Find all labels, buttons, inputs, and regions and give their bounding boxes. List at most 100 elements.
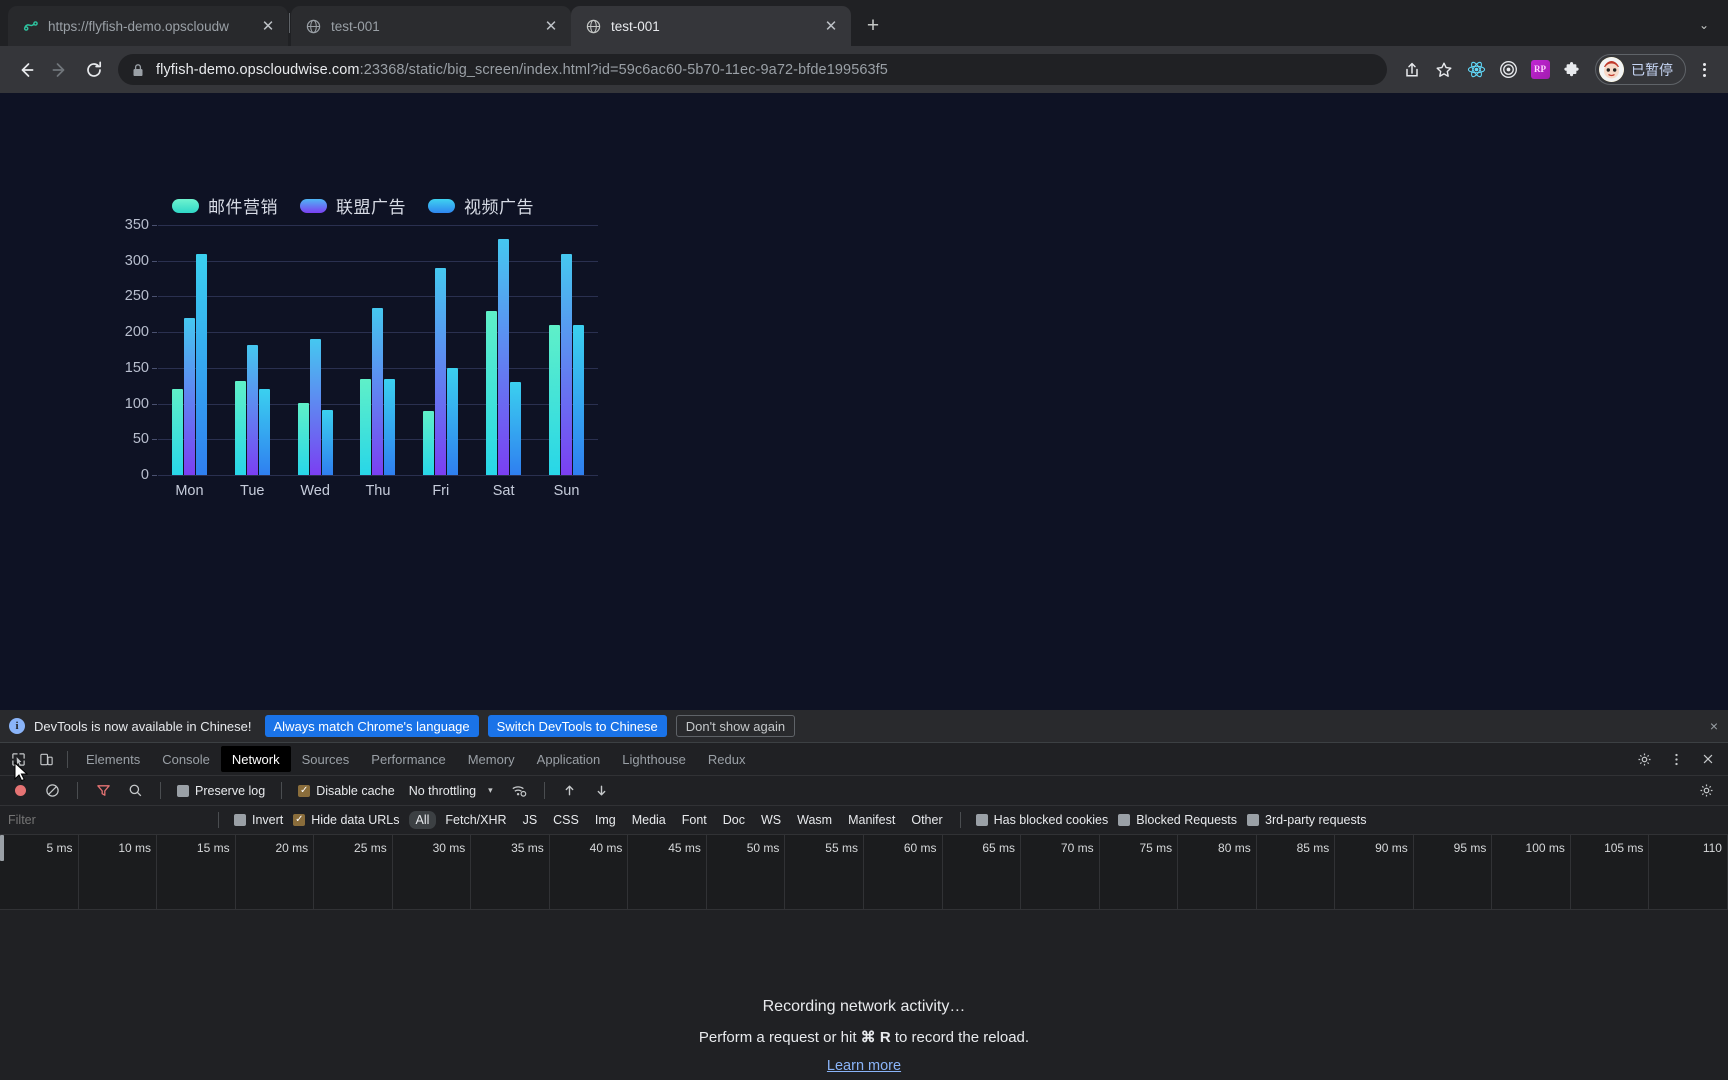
devtools-more-options-icon[interactable]	[1662, 746, 1690, 772]
bar-group[interactable]	[360, 225, 396, 475]
bar[interactable]	[447, 367, 459, 475]
reload-button-icon[interactable]	[78, 54, 110, 86]
browser-tab-2[interactable]: test-001 ✕	[571, 6, 851, 46]
resource-filter-fetch-xhr[interactable]: Fetch/XHR	[438, 811, 513, 829]
bar-group[interactable]	[423, 225, 459, 475]
network-timeline-ruler[interactable]: 5 ms 10 ms 15 ms 20 ms 25 ms 30 ms 35 ms 40 ms 4…	[0, 835, 1728, 910]
new-tab-button[interactable]: +	[857, 10, 889, 42]
switch-devtools-to-chinese-button[interactable]: Switch DevTools to Chinese	[487, 715, 667, 737]
bar[interactable]	[372, 307, 384, 475]
export-har-icon[interactable]	[588, 778, 616, 804]
bar-group[interactable]	[171, 225, 207, 475]
bar[interactable]	[510, 382, 522, 475]
devtools-tab-memory[interactable]: Memory	[457, 746, 526, 772]
resource-filter-css[interactable]: CSS	[546, 811, 586, 829]
devtools-tab-console[interactable]: Console	[151, 746, 221, 772]
third-party-requests-checkbox[interactable]: 3rd-party requests	[1242, 813, 1371, 827]
bar[interactable]	[297, 402, 309, 475]
forward-button-icon[interactable]	[44, 54, 76, 86]
resource-filter-doc[interactable]: Doc	[716, 811, 752, 829]
browser-tab-0[interactable]: https://flyfish-demo.opscloudw ✕	[8, 6, 288, 46]
bar-group[interactable]	[486, 225, 522, 475]
search-icon[interactable]	[121, 778, 149, 804]
resource-filter-wasm[interactable]: Wasm	[790, 811, 839, 829]
bar[interactable]	[560, 253, 572, 475]
preserve-log-checkbox[interactable]: Preserve log	[172, 784, 270, 798]
profile-chip[interactable]: 已暂停	[1595, 54, 1686, 85]
hide-data-urls-checkbox[interactable]: ✓ Hide data URLs	[288, 813, 404, 827]
blocked-requests-checkbox[interactable]: Blocked Requests	[1113, 813, 1242, 827]
learn-more-link[interactable]: Learn more	[827, 1058, 901, 1074]
bar[interactable]	[195, 253, 207, 475]
network-conditions-icon[interactable]	[505, 778, 533, 804]
throttling-select-value[interactable]: No throttling	[404, 784, 476, 798]
import-har-icon[interactable]	[556, 778, 584, 804]
bookmark-star-icon[interactable]	[1429, 55, 1459, 85]
share-icon[interactable]	[1397, 55, 1427, 85]
network-settings-gear-icon[interactable]	[1692, 778, 1720, 804]
browser-tab-0-close-icon[interactable]: ✕	[258, 16, 278, 36]
bar[interactable]	[309, 338, 321, 475]
react-devtools-extension-icon[interactable]	[1461, 55, 1491, 85]
bar[interactable]	[171, 389, 183, 475]
close-icon[interactable]: ×	[1710, 718, 1718, 734]
devtools-tab-lighthouse[interactable]: Lighthouse	[611, 746, 697, 772]
resource-filter-ws[interactable]: WS	[754, 811, 788, 829]
inspect-element-icon[interactable]	[4, 746, 32, 772]
rp-extension-icon[interactable]: RP	[1525, 55, 1555, 85]
bar-group[interactable]	[548, 225, 584, 475]
target-extension-icon[interactable]	[1493, 55, 1523, 85]
bar-group[interactable]	[234, 225, 270, 475]
resource-filter-other[interactable]: Other	[904, 811, 949, 829]
bar[interactable]	[183, 317, 195, 475]
bar[interactable]	[234, 380, 246, 475]
legend-item-2[interactable]: 视频广告	[428, 193, 534, 218]
resource-filter-manifest[interactable]: Manifest	[841, 811, 902, 829]
tab-search-chevron-icon[interactable]: ⌄	[1690, 12, 1718, 38]
clear-button-icon[interactable]	[38, 778, 66, 804]
filter-input[interactable]	[8, 810, 208, 830]
extensions-puzzle-icon[interactable]	[1557, 55, 1587, 85]
devtools-tab-performance[interactable]: Performance	[360, 746, 456, 772]
disable-cache-checkbox[interactable]: ✓ Disable cache	[293, 784, 400, 798]
device-toolbar-icon[interactable]	[32, 746, 60, 772]
bar[interactable]	[548, 325, 560, 475]
bar[interactable]	[435, 267, 447, 475]
bar[interactable]	[384, 379, 396, 475]
settings-gear-icon[interactable]	[1630, 746, 1658, 772]
devtools-tab-redux[interactable]: Redux	[697, 746, 757, 772]
browser-tab-2-close-icon[interactable]: ✕	[821, 16, 841, 36]
resource-filter-font[interactable]: Font	[675, 811, 714, 829]
bar[interactable]	[572, 325, 584, 475]
bar[interactable]	[423, 410, 435, 475]
bar[interactable]	[498, 239, 510, 475]
invert-checkbox[interactable]: Invert	[229, 813, 288, 827]
always-match-language-button[interactable]: Always match Chrome's language	[264, 715, 479, 737]
resource-filter-js[interactable]: JS	[516, 811, 545, 829]
legend-item-1[interactable]: 联盟广告	[300, 193, 406, 218]
bar[interactable]	[486, 310, 498, 475]
bar[interactable]	[321, 410, 333, 475]
address-bar[interactable]: flyfish-demo.opscloudwise.com:23368/stat…	[118, 54, 1387, 85]
chevron-down-icon[interactable]: ▾	[480, 785, 501, 796]
devtools-tab-sources[interactable]: Sources	[291, 746, 361, 772]
has-blocked-cookies-checkbox[interactable]: Has blocked cookies	[971, 813, 1114, 827]
record-button-icon[interactable]	[6, 778, 34, 804]
resource-filter-all[interactable]: All	[408, 811, 437, 829]
filter-funnel-icon[interactable]	[89, 778, 117, 804]
devtools-tab-network[interactable]: Network	[220, 746, 291, 772]
devtools-tab-application[interactable]: Application	[526, 746, 612, 772]
back-button-icon[interactable]	[10, 54, 42, 86]
resource-filter-img[interactable]: Img	[588, 811, 623, 829]
bar[interactable]	[246, 345, 258, 475]
devtools-tab-elements[interactable]: Elements	[75, 746, 151, 772]
chrome-menu-icon[interactable]	[1690, 55, 1718, 85]
bar[interactable]	[258, 388, 270, 475]
legend-item-0[interactable]: 邮件营销	[172, 193, 278, 218]
resource-filter-media[interactable]: Media	[625, 811, 673, 829]
browser-tab-1[interactable]: test-001 ✕	[291, 6, 571, 46]
dont-show-again-button[interactable]: Don't show again	[675, 715, 796, 737]
bar[interactable]	[360, 379, 372, 475]
devtools-close-icon[interactable]	[1694, 746, 1722, 772]
bar-group[interactable]	[297, 225, 333, 475]
